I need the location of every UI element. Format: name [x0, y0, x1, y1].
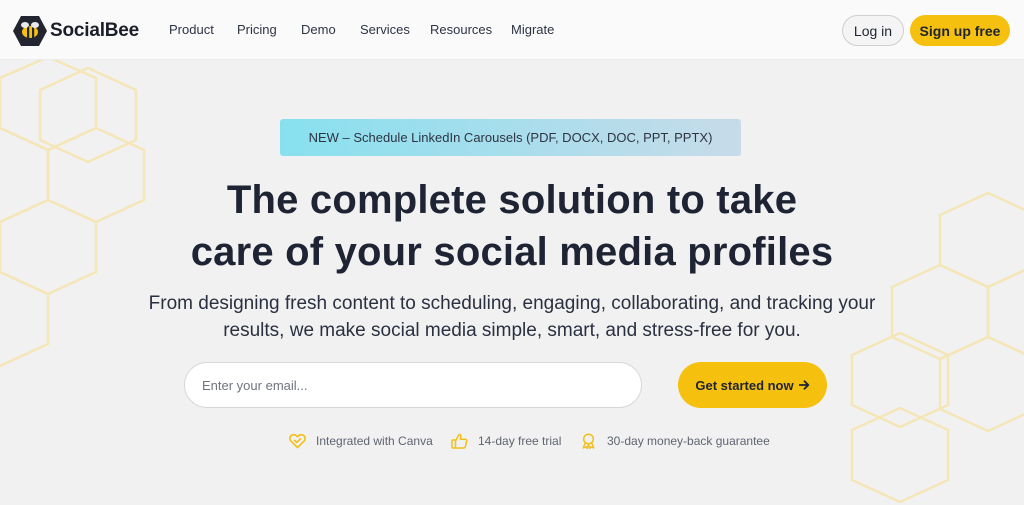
nav-item-services[interactable]: Services	[360, 22, 410, 37]
subhead-line-1: From designing fresh content to scheduli…	[148, 293, 876, 314]
nav-item-migrate[interactable]: Migrate	[511, 22, 554, 37]
signup-button[interactable]: Sign up free	[910, 15, 1010, 46]
feature-canva-label: Integrated with Canva	[316, 434, 433, 448]
arrow-right-icon	[798, 380, 809, 390]
brand-name: SocialBee	[50, 20, 140, 41]
hero-subheading: From designing fresh content to scheduli…	[112, 290, 912, 344]
hero-headline: The complete solution to take care of yo…	[0, 174, 1024, 278]
heart-check-icon	[289, 433, 306, 449]
feature-guarantee: 30-day money-back guarantee	[580, 430, 770, 452]
headline-line-2: care of your social media profiles	[190, 230, 834, 274]
subhead-line-2: results, we make social media simple, sm…	[223, 320, 801, 341]
login-button[interactable]: Log in	[842, 15, 904, 46]
get-started-label: Get started now	[695, 377, 794, 393]
nav-item-demo[interactable]: Demo	[301, 22, 336, 37]
headline-line-1: The complete solution to take	[226, 178, 798, 222]
feature-canva: Integrated with Canva	[289, 430, 433, 452]
nav-item-resources[interactable]: Resources	[430, 22, 492, 37]
award-badge-icon	[582, 433, 595, 449]
email-input[interactable]	[184, 362, 642, 408]
nav-item-pricing[interactable]: Pricing	[237, 22, 277, 37]
thumbs-up-icon	[451, 433, 468, 449]
feature-free-trial: 14-day free trial	[451, 430, 561, 452]
announcement-text: NEW – Schedule LinkedIn Carousels (PDF, …	[308, 130, 713, 145]
announcement-banner[interactable]: NEW – Schedule LinkedIn Carousels (PDF, …	[280, 119, 741, 156]
get-started-button[interactable]: Get started now	[678, 362, 827, 408]
feature-guarantee-label: 30-day money-back guarantee	[607, 434, 770, 448]
feature-free-trial-label: 14-day free trial	[478, 434, 562, 448]
site-header: SocialBee Product Pricing Demo Services …	[0, 0, 1024, 60]
brand-logo[interactable]: SocialBee	[13, 15, 139, 47]
feature-list: Integrated with Canva 14-day free trial …	[0, 430, 1024, 452]
bee-hexagon-icon	[13, 16, 47, 46]
nav-item-product[interactable]: Product	[169, 22, 214, 37]
